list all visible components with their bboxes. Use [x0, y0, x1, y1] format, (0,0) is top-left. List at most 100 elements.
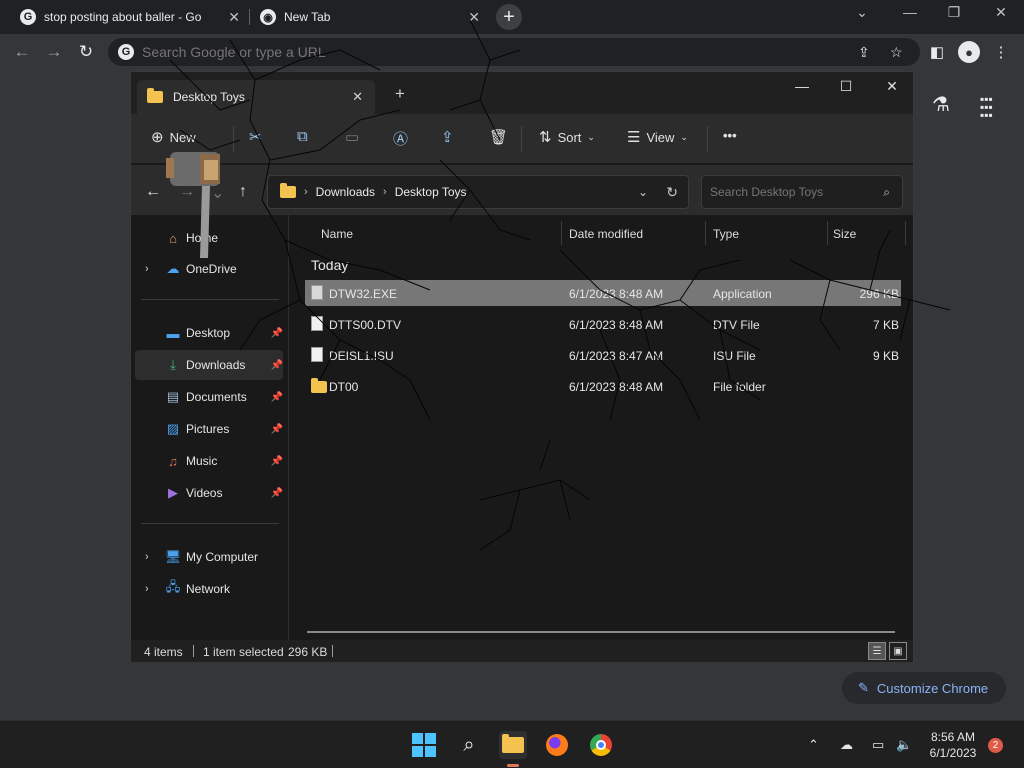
address-input[interactable]: [142, 44, 822, 60]
sidebar-item-my-computer[interactable]: › 🖥 My Computer: [135, 542, 283, 572]
menu-kebab-icon[interactable]: ⋮: [990, 43, 1012, 61]
plus-circle-icon: ⊕: [151, 129, 164, 146]
sidebar-item-videos[interactable]: ▶ Videos 📌: [135, 478, 283, 508]
pin-icon[interactable]: 📌: [271, 392, 283, 403]
reload-icon[interactable]: ↻: [74, 42, 98, 62]
copy-button[interactable]: ⧉: [297, 128, 308, 145]
rename-button[interactable]: Ⓐ: [393, 128, 408, 149]
sidebar-item-label: Documents: [186, 390, 247, 404]
close-tab-icon[interactable]: ✕: [352, 89, 363, 105]
group-header-today[interactable]: Today: [311, 257, 348, 273]
minimize-button[interactable]: —: [787, 78, 817, 94]
volume-icon[interactable]: 🔈: [896, 737, 912, 753]
show-hidden-icons-chevron-icon[interactable]: ⌃: [808, 737, 819, 753]
clock[interactable]: 8:56 AM 6/1/2023: [918, 729, 988, 761]
chrome-taskbar-button[interactable]: [587, 731, 615, 759]
paste-button[interactable]: ▭: [345, 128, 359, 146]
column-header-date[interactable]: Date modified: [569, 227, 643, 241]
up-arrow-icon[interactable]: ↑: [239, 183, 247, 201]
tab-search-chevron-icon[interactable]: ⌄: [848, 4, 876, 21]
download-icon: ⤓: [170, 357, 176, 372]
expand-chevron-icon[interactable]: ›: [145, 583, 149, 595]
chevron-down-icon[interactable]: ⌄: [638, 185, 648, 199]
more-options-button[interactable]: •••: [723, 128, 737, 143]
share-button[interactable]: ⇪: [441, 128, 454, 146]
close-tab-icon[interactable]: ✕: [468, 9, 480, 26]
google-apps-icon[interactable]: ▪▪▪ ▪▪▪ ▪▪▪: [980, 93, 1000, 121]
maximize-button[interactable]: ☐: [831, 78, 861, 95]
omnibox[interactable]: G ⇪ ☆: [108, 38, 920, 66]
labs-flask-icon[interactable]: ⚗: [932, 92, 950, 117]
new-explorer-tab-button[interactable]: +: [395, 84, 405, 104]
folder-icon: [311, 378, 327, 393]
share-icon: ⇪: [441, 129, 454, 146]
tab-google-search[interactable]: G stop posting about baller - Go ✕: [12, 0, 248, 34]
paste-icon: ▭: [345, 129, 360, 146]
pin-icon[interactable]: 📌: [271, 488, 283, 499]
customize-chrome-button[interactable]: ✎ Customize Chrome: [842, 672, 1006, 704]
expand-chevron-icon[interactable]: ›: [145, 551, 149, 563]
new-tab-button[interactable]: +: [496, 4, 522, 30]
tiles-view-icon[interactable]: ▣: [889, 642, 907, 660]
cut-button[interactable]: ✂: [249, 128, 262, 146]
search-input[interactable]: [710, 185, 870, 199]
sidebar-item-downloads[interactable]: ⤓ Downloads 📌: [135, 350, 283, 380]
start-button[interactable]: [410, 731, 438, 759]
horizontal-scrollbar[interactable]: [307, 631, 895, 633]
details-view-icon[interactable]: ☰: [868, 642, 886, 660]
file-explorer-window: Desktop Toys ✕ + — ☐ ✕ ⊕ New ✂ ⧉ ▭ Ⓐ ⇪ 🗑…: [130, 71, 914, 662]
onedrive-offline-icon[interactable]: ☁: [840, 737, 853, 753]
column-header-name[interactable]: Name: [321, 227, 353, 241]
column-header-type[interactable]: Type: [713, 227, 739, 241]
pin-icon[interactable]: 📌: [271, 424, 283, 435]
sort-button[interactable]: ⇅ Sort ⌄: [539, 128, 595, 146]
column-separator[interactable]: [561, 221, 562, 245]
sidebar-item-desktop[interactable]: ▬ Desktop 📌: [135, 318, 284, 348]
view-button[interactable]: ☰ View ⌄: [627, 128, 688, 146]
column-separator[interactable]: [827, 221, 828, 245]
table-row[interactable]: DTW32.EXE 6/1/2023 8:48 AM Application 2…: [305, 280, 901, 306]
table-row[interactable]: DTTS00.DTV 6/1/2023 8:48 AM DTV File 7 K…: [305, 311, 901, 337]
restore-button[interactable]: ❐: [940, 4, 968, 21]
file-date: 6/1/2023 8:48 AM: [569, 318, 664, 332]
column-separator[interactable]: [705, 221, 706, 245]
share-icon[interactable]: ⇪: [858, 44, 870, 61]
back-arrow-icon[interactable]: ←: [145, 183, 161, 201]
sidebar-item-pictures[interactable]: ▨ Pictures 📌: [135, 414, 283, 444]
sidebar-item-label: Downloads: [186, 358, 246, 372]
sidebar-item-music[interactable]: ♫ Music 📌: [135, 446, 283, 476]
pin-icon[interactable]: 📌: [271, 456, 283, 467]
close-window-button[interactable]: ✕: [987, 4, 1015, 21]
side-panel-icon[interactable]: ◧: [926, 43, 948, 61]
table-row[interactable]: DT00 6/1/2023 8:48 AM File folder: [305, 373, 901, 399]
breadcrumb-downloads[interactable]: Downloads: [316, 185, 375, 199]
tab-new-tab[interactable]: ◉ New Tab ✕: [252, 0, 488, 34]
back-arrow-icon[interactable]: ←: [10, 42, 34, 62]
expand-chevron-icon[interactable]: ›: [145, 263, 149, 275]
network-icon[interactable]: ▭: [872, 737, 884, 753]
search-icon[interactable]: ⌕: [455, 731, 483, 759]
firefox-taskbar-button[interactable]: [543, 731, 571, 759]
refresh-icon[interactable]: ↻: [666, 184, 678, 201]
pin-icon[interactable]: 📌: [271, 328, 283, 339]
delete-button[interactable]: 🗑: [489, 128, 508, 146]
close-tab-icon[interactable]: ✕: [228, 9, 240, 26]
column-header-size[interactable]: Size: [833, 227, 856, 241]
close-window-button[interactable]: ✕: [877, 78, 907, 95]
breadcrumb-desktop-toys[interactable]: Desktop Toys: [395, 185, 467, 199]
sidebar-item-documents[interactable]: ▤ Documents 📌: [135, 382, 283, 412]
videos-icon: ▶: [168, 485, 178, 500]
table-row[interactable]: DEISL1.ISU 6/1/2023 8:47 AM ISU File 9 K…: [305, 342, 901, 368]
column-separator[interactable]: [905, 221, 906, 245]
file-date: 6/1/2023 8:48 AM: [569, 287, 664, 301]
profile-avatar-icon[interactable]: ●: [958, 41, 980, 63]
forward-arrow-icon[interactable]: →: [42, 42, 66, 62]
file-explorer-taskbar-button[interactable]: [499, 731, 527, 759]
search-box[interactable]: ⌕: [701, 175, 903, 209]
breadcrumb[interactable]: › Downloads › Desktop Toys ⌄ ↻: [267, 175, 689, 209]
sidebar-item-network[interactable]: › 🖧 Network: [135, 574, 283, 604]
bookmark-star-icon[interactable]: ☆: [890, 44, 903, 61]
notification-badge[interactable]: 2: [988, 738, 1003, 753]
pin-icon[interactable]: 📌: [271, 360, 283, 371]
minimize-button[interactable]: —: [896, 4, 924, 20]
